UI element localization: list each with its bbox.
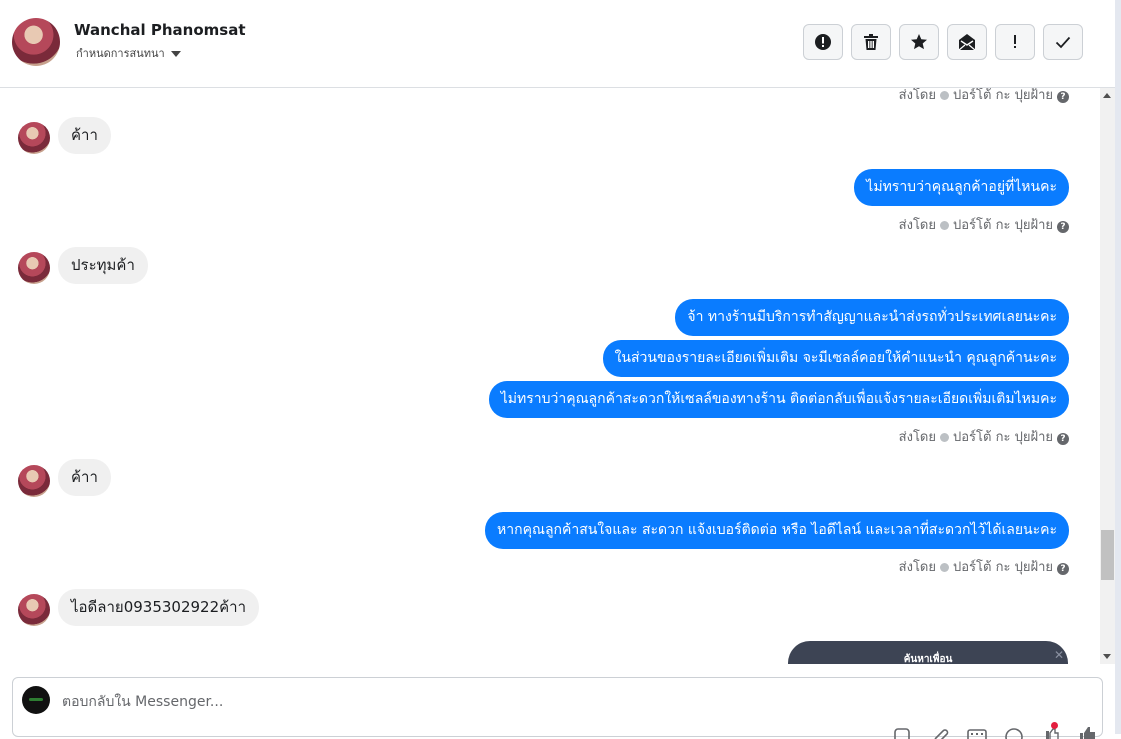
outgoing-message[interactable]: ในส่วนของรายละเอียดเพิ่มเติม จะมีเซลล์คอ… (602, 340, 1069, 377)
page-badge-icon (940, 563, 949, 572)
close-icon[interactable]: ✕ (1054, 648, 1064, 662)
attach-icon[interactable] (893, 725, 913, 739)
scroll-up-icon[interactable] (1103, 93, 1111, 98)
contact-avatar-small (18, 122, 50, 154)
subtitle-label: กำหนดการสนทนา (76, 47, 165, 60)
notification-dot (1051, 722, 1058, 729)
incoming-message[interactable]: ค้าา (58, 117, 111, 154)
contact-avatar-small (18, 594, 50, 626)
sent-by-meta: ส่งโดย ปอร์โต้ กะ ปุยฝ้าย? (899, 556, 1069, 577)
envelope-open-icon (958, 34, 976, 51)
checkmark-icon (1055, 36, 1071, 49)
alert-circle-icon (815, 34, 831, 50)
sent-by-name: ปอร์โต้ กะ ปุยฝ้าย (953, 560, 1053, 575)
sent-by-label: ส่งโดย (898, 430, 936, 445)
mark-done-button[interactable] (1043, 24, 1083, 60)
page-badge-icon (940, 221, 949, 230)
contact-avatar-small (18, 252, 50, 284)
scrollbar-thumb[interactable] (1101, 530, 1114, 580)
outgoing-message[interactable]: จ้า ทางร้านมีบริการทำสัญญาและนำส่งรถทั่ว… (675, 299, 1069, 336)
message-thread[interactable]: ส่งโดย ปอร์โต้ กะ ปุยฝ้าย? ค้าา ไม่ทราบว่… (0, 88, 1099, 664)
outgoing-message[interactable]: ไม่ทราบว่าคุณลูกค้าอยู่ที่ไหนคะ (854, 169, 1069, 206)
mark-unread-button[interactable] (947, 24, 987, 60)
page-badge-icon (940, 433, 949, 442)
outgoing-message[interactable]: ไม่ทราบว่าคุณลูกค้าสะดวกให้เซลล์ของทางร้… (488, 381, 1069, 418)
conversation-header: Wanchal Phanomsat กำหนดการสนทนา (0, 0, 1115, 88)
sent-by-label: ส่งโดย (898, 88, 936, 103)
help-icon[interactable]: ? (1057, 433, 1069, 445)
composer-toolbar (893, 725, 1098, 739)
emoji-icon[interactable] (1004, 725, 1024, 739)
keyboard-icon[interactable] (967, 725, 987, 739)
contact-name[interactable]: Wanchal Phanomsat (74, 21, 246, 39)
sent-by-name: ปอร์โต้ กะ ปุยฝ้าย (953, 218, 1053, 233)
page-avatar (22, 686, 50, 714)
important-button[interactable] (995, 24, 1035, 60)
find-friends-card[interactable]: ค้นหาเพื่อน ✕ (788, 641, 1068, 664)
conversation-settings-dropdown[interactable]: กำหนดการสนทนา (76, 44, 181, 62)
window-edge (1115, 0, 1121, 734)
incoming-message[interactable]: ไอดีลาย0935302922ค้าา (58, 589, 260, 626)
sent-by-name: ปอร์โต้ กะ ปุยฝ้าย (953, 88, 1053, 103)
sent-by-meta: ส่งโดย ปอร์โต้ กะ ปุยฝ้าย? (899, 426, 1069, 447)
sent-by-name: ปอร์โต้ กะ ปุยฝ้าย (953, 430, 1053, 445)
caret-down-icon (170, 51, 181, 57)
outgoing-message[interactable]: หากคุณลูกค้าสนใจและ สะดวก แจ้งเบอร์ติดต่… (485, 512, 1069, 549)
sent-by-meta: ส่งโดย ปอร์โต้ กะ ปุยฝ้าย? (899, 88, 1069, 105)
spam-button[interactable] (803, 24, 843, 60)
sent-by-label: ส่งโดย (898, 560, 936, 575)
sent-by-label: ส่งโดย (898, 218, 936, 233)
thumbs-up-icon[interactable] (1078, 725, 1098, 739)
delete-button[interactable] (851, 24, 891, 60)
help-icon[interactable]: ? (1057, 563, 1069, 575)
contact-avatar-small (18, 465, 50, 497)
contact-avatar[interactable] (12, 18, 60, 66)
help-icon[interactable]: ? (1057, 91, 1069, 103)
incoming-message[interactable]: ประทุมค้า (58, 247, 148, 284)
page-badge-icon (940, 91, 949, 100)
paperclip-icon[interactable] (930, 725, 950, 739)
reply-composer[interactable]: ตอบกลับใน Messenger... (12, 677, 1103, 739)
incoming-message[interactable]: ค้าา (58, 459, 111, 496)
star-icon (911, 34, 927, 50)
trash-icon (864, 34, 878, 50)
star-button[interactable] (899, 24, 939, 60)
help-icon[interactable]: ? (1057, 221, 1069, 233)
scroll-down-icon[interactable] (1103, 654, 1111, 659)
exclamation-icon (1014, 35, 1016, 48)
thread-scrollbar[interactable] (1100, 88, 1115, 664)
reply-input[interactable]: ตอบกลับใน Messenger... (62, 691, 223, 713)
sent-by-meta: ส่งโดย ปอร์โต้ กะ ปุยฝ้าย? (899, 214, 1069, 235)
card-title: ค้นหาเพื่อน (903, 654, 953, 664)
